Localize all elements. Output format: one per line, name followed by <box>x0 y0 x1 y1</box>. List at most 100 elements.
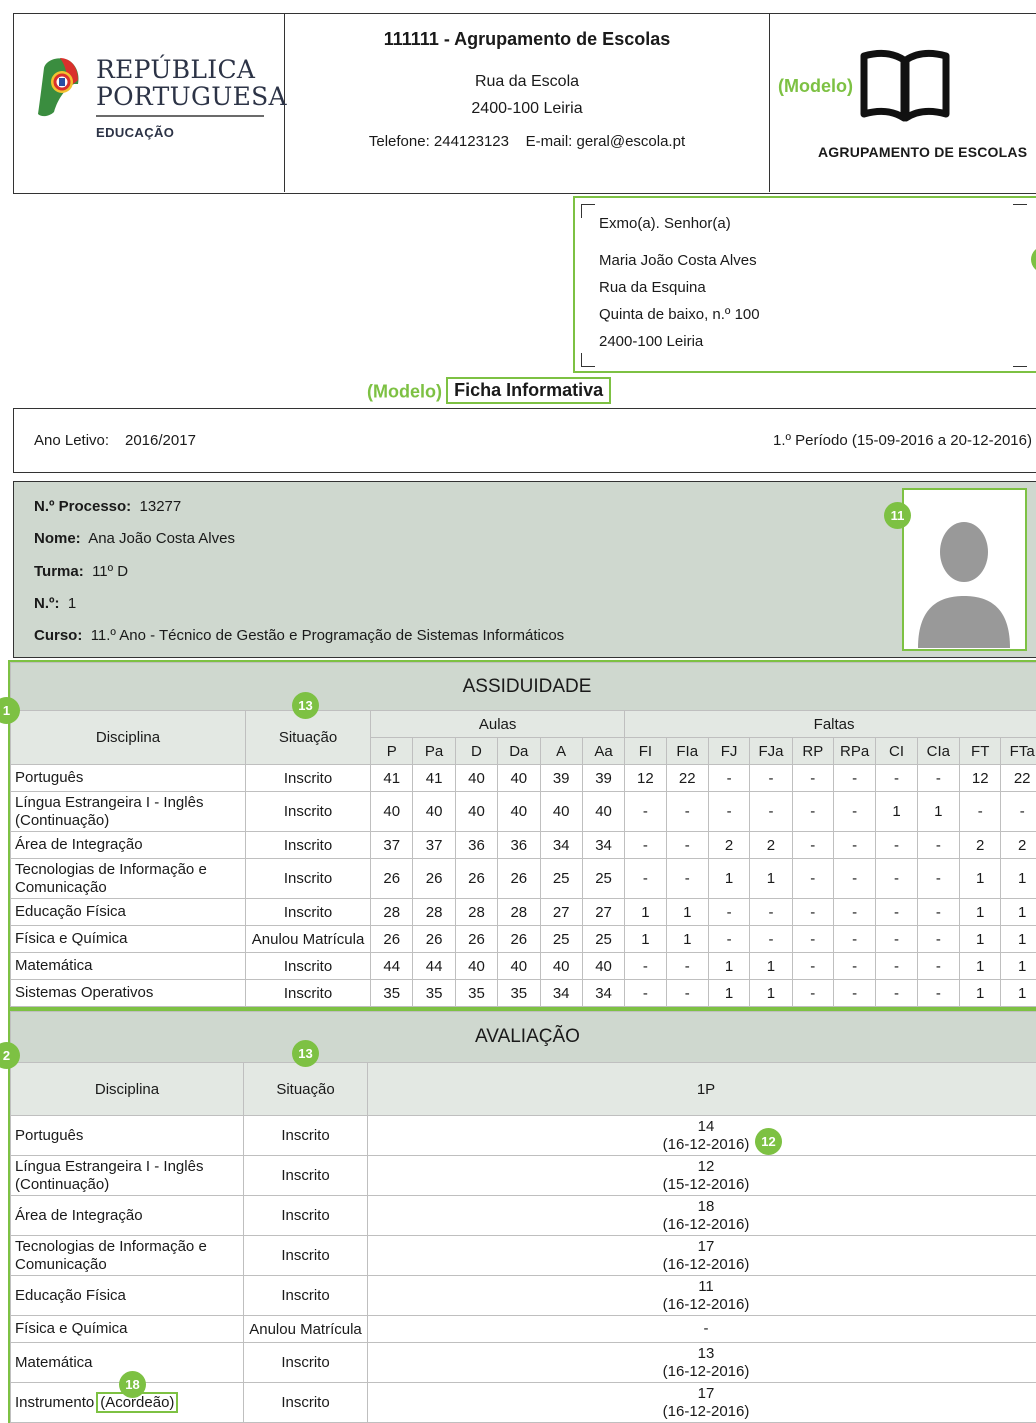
disciplina-cell: Língua Estrangeira I - Inglês (Continuaç… <box>10 1155 244 1196</box>
avaliacao-table: AVALIAÇÃO Disciplina Situação 1P Portugu… <box>10 1011 1036 1423</box>
value-cell: 44 <box>412 952 456 980</box>
value-cell: - <box>791 925 834 953</box>
grade-cell: 17 (16-12-2016) <box>367 1235 1036 1276</box>
value-cell: 26 <box>454 858 499 899</box>
assiduidade-section: ASSIDUIDADE Disciplina Situação Aulas Fa… <box>8 660 1036 1009</box>
agrupamento-logo-cell: (Modelo) AGRUPAMENTO DE ESCOLAS <box>770 14 1036 192</box>
table-row: Educação Física Inscrito 11 (16-12-2016) <box>10 1275 1036 1316</box>
value-cell: 40 <box>497 764 541 792</box>
value-cell: 1 <box>707 858 751 899</box>
table-row: Língua Estrangeira I - Inglês (Continuaç… <box>10 791 1036 832</box>
situacao-cell: Inscrito <box>243 1275 368 1316</box>
value-cell: 41 <box>412 764 456 792</box>
value-cell: 41 <box>370 764 414 792</box>
situacao-cell: Inscrito <box>244 898 372 926</box>
ano-letivo-label: Ano Letivo: <box>34 432 110 449</box>
value-cell: 40 <box>497 791 541 832</box>
disciplina-name: Língua Estrangeira I - Inglês (Continuaç… <box>15 1157 204 1193</box>
situacao-cell: Inscrito <box>244 979 372 1007</box>
value-cell: - <box>832 952 877 980</box>
value-cell: - <box>624 858 667 899</box>
value-cell: - <box>749 898 793 926</box>
value-cell: 2 <box>959 831 1002 859</box>
ano-letivo-value: 2016/2017 <box>125 432 196 449</box>
curso-label: Curso: <box>34 627 83 644</box>
value-cell: 40 <box>454 791 499 832</box>
value-cell: 1 <box>959 898 1002 926</box>
address-postal: 2400-100 Leiria <box>599 333 704 350</box>
disciplina-cell: Português <box>10 764 246 792</box>
situacao-cell: Anulou Matrícula <box>243 1315 368 1343</box>
value-cell: 37 <box>412 831 456 859</box>
value-cell: - <box>916 898 961 926</box>
grade-date: (15-12-2016) <box>662 1175 750 1193</box>
table-row: Português Inscrito 41 41 40 40 39 39 12 22- - - - - -1… <box>10 764 1036 792</box>
document-title-row: (Modelo) Ficha Informativa <box>367 377 612 405</box>
value-cell: - <box>875 925 918 953</box>
value-cell: 35 <box>454 979 499 1007</box>
crop-mark <box>581 204 595 218</box>
open-book-icon <box>860 49 950 122</box>
processo-value: 13277 <box>139 498 182 515</box>
disciplina-cell: Física e Química <box>10 925 246 953</box>
subcol-header: FIa <box>665 737 709 765</box>
value-cell: 1 <box>749 979 793 1007</box>
address-place: Quinta de baixo, n.º 100 <box>599 306 760 323</box>
processo-row: N.º Processo: 13277 <box>34 498 181 515</box>
table-row: Física e Química Anulou Matrícula 26 26 26 26… <box>10 925 1036 953</box>
grade-cell: 14 (16-12-2016) <box>367 1115 1036 1156</box>
value-cell: - <box>791 979 834 1007</box>
grade-cell: 12 (15-12-2016) <box>367 1155 1036 1196</box>
value-cell: 27 <box>581 898 626 926</box>
value-cell: - <box>749 925 793 953</box>
value-cell: 26 <box>497 925 541 953</box>
grade-badge: 12 <box>755 1128 782 1155</box>
turma-value: 11º D <box>92 563 129 580</box>
disciplina-cell: Educação Física <box>10 1275 244 1316</box>
value-cell: 1 <box>665 898 709 926</box>
disciplina-cell: Tecnologias de Informação e Comunicação <box>10 858 246 899</box>
value-cell: 12 <box>959 764 1002 792</box>
grade-value: 17 <box>697 1384 715 1402</box>
value-cell: - <box>791 952 834 980</box>
aval-col-situacao: Situação <box>243 1062 368 1116</box>
value-cell: 26 <box>497 858 541 899</box>
value-cell: 25 <box>581 858 626 899</box>
value-cell: - <box>832 858 877 899</box>
group-faltas: Faltas <box>624 710 1036 738</box>
subcol-header: FT <box>959 737 1002 765</box>
situacao-cell: Inscrito <box>243 1195 368 1236</box>
value-cell: 1 <box>959 979 1002 1007</box>
value-cell: 26 <box>412 858 456 899</box>
value-cell: - <box>875 898 918 926</box>
grade-cell: 18 (16-12-2016) <box>367 1195 1036 1236</box>
avaliacao-section: AVALIAÇÃO Disciplina Situação 1P Portugu… <box>8 1009 1036 1423</box>
logo-divider <box>96 115 264 117</box>
subcol-header: Da <box>497 737 541 765</box>
value-cell: - <box>707 764 751 792</box>
value-cell: - <box>832 831 877 859</box>
assiduidade-title: ASSIDUIDADE <box>10 662 1036 711</box>
situacao-cell: Anulou Matrícula <box>244 925 372 953</box>
periodo-text: 1.º Período (15-09-2016 a 20-12-2016) <box>773 432 1032 449</box>
value-cell: - <box>916 925 961 953</box>
curso-value: 11.º Ano - Técnico de Gestão e Programaç… <box>90 627 565 644</box>
grade-value: 18 <box>697 1197 715 1215</box>
group-aulas: Aulas <box>370 710 626 738</box>
instrumento-badge: 18 <box>119 1371 146 1398</box>
value-cell: 25 <box>539 925 583 953</box>
value-cell: 22 <box>1000 764 1036 792</box>
value-cell: 28 <box>497 898 541 926</box>
address-salutation: Exmo(a). Senhor(a) <box>599 215 731 232</box>
value-cell: - <box>749 764 793 792</box>
numero-value: 1 <box>67 595 77 612</box>
disciplina-cell: Instrumento (Acordeão) 18 <box>10 1371 244 1423</box>
subcol-header: Pa <box>412 737 456 765</box>
document-header: REPÚBLICA PORTUGUESA EDUCAÇÃO 111111 - A… <box>13 13 1036 194</box>
value-cell: 1 <box>1000 979 1036 1007</box>
value-cell: 1 <box>749 952 793 980</box>
situacao-badge-2: 13 <box>292 1040 319 1067</box>
value-cell: 1 <box>749 858 793 899</box>
subcol-header: CI <box>875 737 918 765</box>
table-row: Sistemas Operativos Inscrito 35 35 35 35 34 34-… <box>10 979 1036 1007</box>
